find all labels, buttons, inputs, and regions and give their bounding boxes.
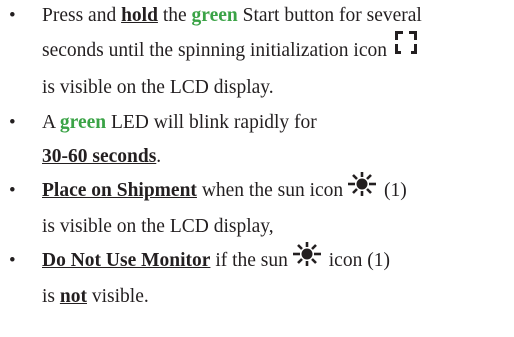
emphasis-green: green <box>59 112 107 133</box>
sun-icon <box>292 242 322 278</box>
emphasis-not: not <box>59 286 87 307</box>
instruction-item-led-blink: • A green LED will blink rapidly for 30-6… <box>0 106 514 174</box>
instruction-item-place-on-shipment: • Place on Shipment when the sun icon (1… <box>0 172 514 244</box>
item-text: Do Not Use Monitor if the sun icon (1) i… <box>42 242 390 307</box>
item-text: Press and hold the green Start button fo… <box>42 5 422 98</box>
emphasis-green: green <box>191 5 238 26</box>
emphasis-do-not-use: Do Not Use Monitor <box>42 250 211 272</box>
instruction-page: • Press and hold the green Start button … <box>0 0 514 337</box>
item-text: Place on Shipment when the sun icon (1) … <box>42 172 407 237</box>
bullet-icon: • <box>9 5 16 26</box>
emphasis-duration: 30-60 seconds <box>42 146 157 167</box>
instruction-item-do-not-use: • Do Not Use Monitor if the sun icon (1)… <box>0 242 514 314</box>
bullet-icon: • <box>9 112 16 133</box>
item-text: A green LED will blink rapidly for 30-60 … <box>42 112 317 167</box>
bullet-icon: • <box>9 180 16 201</box>
sun-icon <box>347 172 377 208</box>
emphasis-hold: hold <box>121 5 158 26</box>
emphasis-place-on-shipment: Place on Shipment <box>42 180 197 202</box>
instruction-item-press-hold: • Press and hold the green Start button … <box>0 0 514 105</box>
spinning-initialization-icon <box>393 30 419 68</box>
bullet-icon: • <box>9 250 16 271</box>
instruction-list: • Press and hold the green Start button … <box>0 0 514 314</box>
